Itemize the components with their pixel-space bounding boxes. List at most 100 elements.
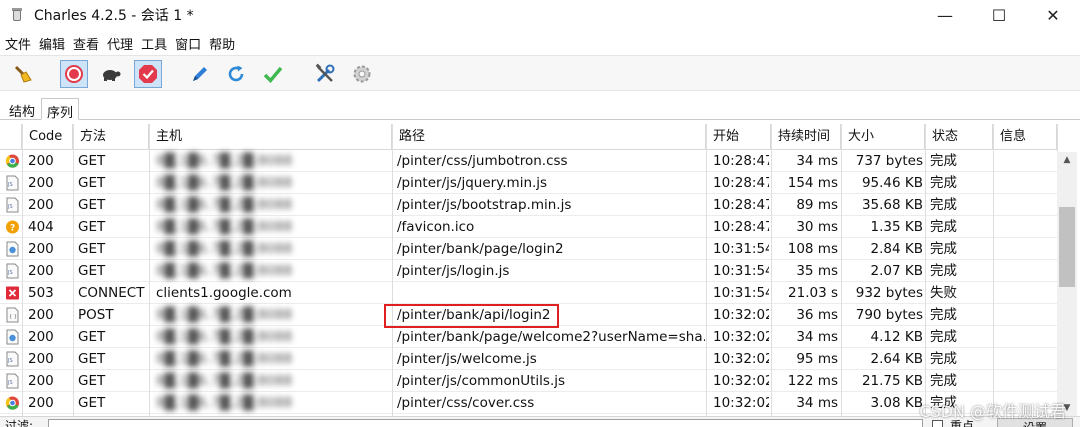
header-path[interactable]: 路径: [392, 124, 706, 150]
cell-status: 完成: [930, 351, 957, 367]
cell-status: 完成: [930, 219, 957, 235]
header-duration[interactable]: 持续时间: [771, 124, 841, 150]
cell-code: 200: [28, 241, 54, 257]
html-file-icon: [5, 241, 20, 257]
cell-size: 737 bytes: [855, 153, 923, 169]
cell-status: 完成: [930, 307, 957, 323]
cell-method: GET: [78, 351, 106, 367]
cell-start: 10:31:54: [713, 241, 769, 257]
cell-method: GET: [78, 373, 106, 389]
settings-gear-icon[interactable]: [348, 60, 376, 88]
cell-path: /favicon.ico: [397, 219, 475, 235]
cell-method: GET: [78, 175, 106, 191]
table-row[interactable]: 200 GET 8█.1█6.7█.2█:8088/pinter/css/jumbo…: [0, 150, 1057, 172]
tools-icon[interactable]: [311, 60, 339, 88]
header-start[interactable]: 开始: [706, 124, 771, 150]
table-row[interactable]: JS 200 GET 8█.1█6.7█.2█:8088/pinter/js/comm…: [0, 370, 1057, 392]
table-row[interactable]: 200 GET 8█.1█6.7█.2█:8088/pinter/bank/page…: [0, 238, 1057, 260]
table-row[interactable]: JS 200 GET 8█.1█6.7█.2█:8088/pinter/js/jque…: [0, 172, 1057, 194]
header-method[interactable]: 方法: [73, 124, 149, 150]
record-icon[interactable]: [60, 60, 88, 88]
cell-duration: 122 ms: [787, 373, 838, 389]
cell-size: 2.84 KB: [870, 241, 923, 257]
cell-code: 200: [28, 351, 54, 367]
menu-file[interactable]: 文件: [5, 34, 31, 53]
header-status[interactable]: 状态: [925, 124, 993, 150]
scroll-up-icon[interactable]: ▲: [1057, 152, 1077, 168]
cell-status: 完成: [930, 153, 957, 169]
cell-path: /pinter/css/jumbotron.css: [397, 153, 568, 169]
broom-icon[interactable]: [9, 60, 37, 88]
menu-tools[interactable]: 工具: [141, 34, 167, 53]
header-info[interactable]: 信息: [993, 124, 1057, 150]
cell-host: 8█.1█6.7█.2█:8088: [156, 219, 293, 235]
table-row[interactable]: JS 200 GET 8█.1█6.7█.2█:8088/pinter/js/logi…: [0, 260, 1057, 282]
js-file-icon: JS: [5, 197, 20, 213]
menu-edit[interactable]: 编辑: [39, 34, 65, 53]
column-divider: [22, 124, 23, 416]
cell-start: 10:28:47: [713, 219, 769, 235]
cell-code: 200: [28, 307, 54, 323]
cell-code: 200: [28, 197, 54, 213]
menu-help[interactable]: 帮助: [209, 34, 235, 53]
cell-size: 4.12 KB: [870, 329, 923, 345]
menu-view[interactable]: 查看: [73, 34, 99, 53]
check-icon[interactable]: [259, 60, 287, 88]
js-file-icon: JS: [5, 175, 20, 191]
header-size[interactable]: 大小: [841, 124, 925, 150]
breakpoints-icon[interactable]: [134, 60, 162, 88]
menu-window[interactable]: 窗口: [175, 34, 201, 53]
chrome-file-icon: [5, 395, 20, 411]
table-row[interactable]: ? 404 GET 8█.1█6.7█.2█:8088/favicon.ico 10:2…: [0, 216, 1057, 238]
cell-status: 失败: [930, 285, 957, 301]
svg-text:JS: JS: [7, 204, 13, 210]
svg-text:JS: JS: [7, 380, 13, 386]
cell-code: 200: [28, 263, 54, 279]
scroll-thumb[interactable]: [1059, 207, 1075, 287]
highlight-box: [384, 304, 559, 328]
cell-path: /pinter/bank/page/login2: [397, 241, 564, 257]
cell-host: 8█.1█6.7█.2█:8088: [156, 263, 293, 279]
header-code[interactable]: Code: [22, 124, 73, 150]
cell-host: 8█.1█6.7█.2█:8088: [156, 175, 293, 191]
error-file-icon: [5, 285, 20, 301]
minimize-button[interactable]: —: [918, 0, 972, 30]
filter-input[interactable]: [48, 419, 923, 427]
tab-sequence[interactable]: 序列: [41, 98, 80, 121]
table-row[interactable]: 200 GET 8█.1█6.7█.2█:8088/pinter/css/cover…: [0, 392, 1057, 414]
column-divider: [925, 124, 926, 416]
table-row[interactable]: 200 GET 8█.1█6.7█.2█:8088/pinter/bank/page…: [0, 326, 1057, 348]
cell-method: GET: [78, 263, 106, 279]
cell-path: /pinter/js/login.js: [397, 263, 510, 279]
tab-structure[interactable]: 结构: [4, 98, 40, 120]
cell-duration: 34 ms: [796, 329, 838, 345]
cell-duration: 108 ms: [787, 241, 838, 257]
cell-duration: 36 ms: [796, 307, 838, 323]
throttle-turtle-icon[interactable]: [97, 60, 125, 88]
vertical-scrollbar[interactable]: ▲ ▼: [1057, 152, 1077, 416]
header-host[interactable]: 主机: [149, 124, 392, 150]
table-row[interactable]: 503 CONNECT clients1.google.com 10:31:54 21.…: [0, 282, 1057, 304]
table-row[interactable]: JS 200 GET 8█.1█6.7█.2█:8088/pinter/js/boot…: [0, 194, 1057, 216]
cell-size: 1.35 KB: [870, 219, 923, 235]
cell-method: GET: [78, 197, 106, 213]
pen-icon[interactable]: [186, 60, 214, 88]
chrome-file-icon: [5, 153, 20, 169]
charles-jar-icon: [10, 8, 24, 22]
cell-code: 200: [28, 395, 54, 411]
menu-proxy[interactable]: 代理: [107, 34, 133, 53]
refresh-icon[interactable]: [222, 60, 250, 88]
warn-file-icon: ?: [5, 219, 20, 235]
title-bar: Charles 4.2.5 - 会话 1 * — ☐ ✕: [0, 0, 1080, 30]
cell-method: GET: [78, 241, 106, 257]
maximize-button[interactable]: ☐: [972, 0, 1026, 30]
column-divider: [771, 124, 772, 416]
svg-text:{ }: { }: [9, 314, 17, 320]
cell-duration: 34 ms: [796, 395, 838, 411]
cell-status: 完成: [930, 175, 957, 191]
table-row[interactable]: JS 200 GET 8█.1█6.7█.2█:8088/pinter/js/welc…: [0, 348, 1057, 370]
close-button[interactable]: ✕: [1026, 0, 1080, 30]
column-divider: [73, 124, 74, 416]
menu-bar: 文件 编辑 查看 代理 工具 窗口 帮助: [0, 31, 1080, 55]
cell-host: 8█.1█6.7█.2█:8088: [156, 329, 293, 345]
